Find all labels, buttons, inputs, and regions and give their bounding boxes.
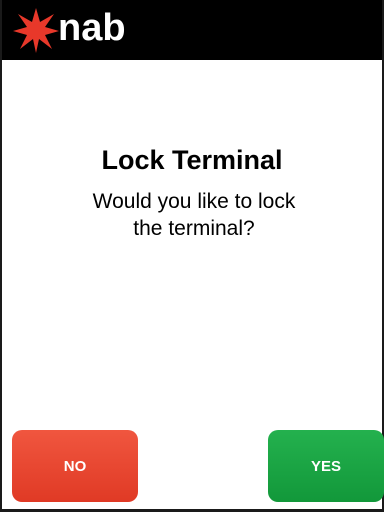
dialog-message-line-2: the terminal?	[133, 217, 255, 240]
nab-star-icon	[13, 8, 59, 53]
yes-button-label: YES	[310, 457, 341, 475]
dialog-message-line-1: Would you like to lock	[92, 190, 296, 213]
yes-button[interactable]: YES	[268, 430, 384, 502]
nab-logo: nab	[12, 6, 126, 54]
no-button-label: NO	[63, 457, 87, 475]
dialog-title: Lock Terminal	[101, 145, 283, 175]
no-button[interactable]: NO	[12, 430, 138, 502]
dialog-message: Would you like to lock the terminal?	[62, 188, 326, 242]
lock-terminal-screen: nab Lock Terminal Would you like to lock…	[0, 0, 384, 512]
header-bar: nab	[2, 0, 382, 60]
logo-text: nab	[58, 6, 126, 49]
